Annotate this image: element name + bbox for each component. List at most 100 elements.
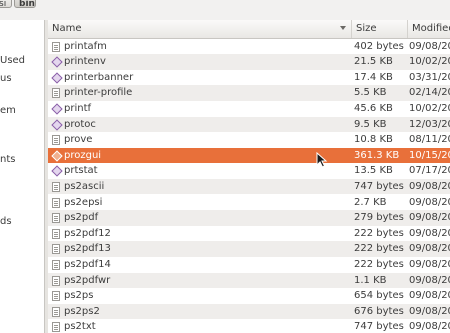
executable-icon: [52, 104, 60, 114]
sidebar-item-ds[interactable]: ds: [0, 216, 12, 227]
file-modified: 09/08/20: [409, 290, 450, 302]
column-header-bar: Name Size Modified: [48, 20, 450, 39]
file-size: 402 bytes: [354, 40, 404, 52]
text-file-icon: [52, 41, 60, 52]
file-name: ps2ps: [64, 290, 94, 302]
file-name: ps2pdfwr: [64, 274, 111, 286]
text-file-icon: [52, 275, 60, 286]
file-name: printerbanner: [64, 71, 134, 83]
text-file-icon: [52, 181, 60, 192]
file-modified: 09/08/20: [409, 274, 450, 286]
mouse-pointer-icon: [316, 152, 328, 168]
text-file-icon: [52, 244, 60, 255]
file-row[interactable]: prtstat 13.5 KB 07/17/20: [48, 163, 450, 179]
file-size: 222 bytes: [354, 243, 404, 255]
file-modified: 09/08/20: [409, 212, 450, 224]
text-file-icon: [52, 259, 60, 270]
sort-descending-icon: [340, 26, 346, 30]
file-modified: 09/08/20: [409, 305, 450, 317]
text-file-icon: [52, 213, 60, 224]
file-row[interactable]: ps2pdf 279 bytes 09/08/20: [48, 210, 450, 226]
column-header-modified[interactable]: Modified: [408, 20, 450, 38]
file-row[interactable]: printenv 21.5 KB 10/02/20: [48, 54, 450, 70]
file-modified: 07/17/20: [409, 165, 450, 177]
file-row[interactable]: prove 10.8 KB 08/11/20: [48, 132, 450, 148]
text-file-icon: [52, 135, 60, 146]
file-size: 2.7 KB: [354, 196, 387, 208]
text-file-icon: [52, 322, 60, 333]
sidebar-item-em[interactable]: em: [0, 105, 16, 116]
file-size: 676 bytes: [354, 305, 404, 317]
file-modified: 09/08/20: [409, 258, 450, 270]
file-row[interactable]: ps2ascii 747 bytes 09/08/20: [48, 178, 450, 195]
file-name: protoc: [64, 118, 96, 130]
executable-icon: [52, 120, 60, 130]
text-file-icon: [52, 291, 60, 302]
file-modified: 03/31/20: [409, 71, 450, 83]
file-name: printf: [64, 102, 92, 114]
file-modified: 09/08/20: [409, 180, 450, 192]
file-modified: 08/11/20: [409, 134, 450, 146]
file-name: prove: [64, 134, 93, 146]
file-size: 5.5 KB: [354, 87, 387, 99]
file-row[interactable]: ps2pdf13 222 bytes 09/08/20: [48, 241, 450, 257]
file-name: ps2ascii: [64, 180, 105, 192]
file-name: prtstat: [64, 165, 98, 177]
file-row[interactable]: ps2pdf12 222 bytes 09/08/20: [48, 225, 450, 242]
file-row[interactable]: ps2txt 747 bytes 09/08/20: [48, 319, 450, 333]
sidebar-item-nts[interactable]: nts: [0, 154, 15, 165]
file-name: ps2txt: [64, 321, 96, 333]
file-size: 21.5 KB: [354, 56, 393, 68]
file-size: 10.8 KB: [354, 134, 393, 146]
file-size: 222 bytes: [354, 258, 404, 270]
executable-icon: [52, 57, 60, 67]
file-row[interactable]: prozgui 361.3 KB 10/15/20: [48, 147, 450, 164]
file-modified: 09/08/20: [409, 227, 450, 239]
file-name: ps2pdf14: [64, 258, 111, 270]
file-row[interactable]: ps2ps2 676 bytes 09/08/20: [48, 303, 450, 320]
text-file-icon: [52, 228, 60, 239]
executable-icon: [52, 166, 60, 176]
file-modified: 09/08/20: [409, 321, 450, 333]
file-modified: 09/08/20: [409, 40, 450, 52]
text-file-icon: [52, 306, 60, 317]
path-bar: si bin: [0, 0, 450, 12]
places-sidebar: Used us em nts ds: [0, 20, 45, 333]
file-row[interactable]: printer-profile 5.5 KB 02/14/20: [48, 85, 450, 101]
file-name: ps2epsi: [64, 196, 103, 208]
breadcrumb-bin-button[interactable]: bin: [14, 0, 36, 9]
column-header-size[interactable]: Size: [352, 20, 408, 38]
file-modified: 10/15/20: [409, 149, 450, 161]
sidebar-item-used[interactable]: Used: [0, 55, 25, 66]
file-name: printenv: [64, 56, 106, 68]
file-name: printer-profile: [64, 87, 133, 99]
file-row[interactable]: ps2pdf14 222 bytes 09/08/20: [48, 256, 450, 273]
file-modified: 09/08/20: [409, 196, 450, 208]
breadcrumb-parent-button[interactable]: si: [0, 0, 12, 9]
file-size: 45.6 KB: [354, 102, 393, 114]
file-size: 654 bytes: [354, 290, 404, 302]
text-file-icon: [52, 88, 60, 99]
file-name: ps2pdf: [64, 212, 99, 224]
file-size: 222 bytes: [354, 227, 404, 239]
file-row[interactable]: printerbanner 17.4 KB 03/31/20: [48, 69, 450, 86]
file-size: 9.5 KB: [354, 118, 387, 130]
file-name: ps2ps2: [64, 305, 100, 317]
column-header-name[interactable]: Name: [48, 20, 352, 38]
file-size: 13.5 KB: [354, 165, 393, 177]
file-row[interactable]: printafm 402 bytes 09/08/20: [48, 38, 450, 55]
file-modified: 09/08/20: [409, 243, 450, 255]
file-row[interactable]: protoc 9.5 KB 12/03/20: [48, 116, 450, 133]
file-size: 361.3 KB: [354, 149, 400, 161]
file-row[interactable]: ps2pdfwr 1.1 KB 09/08/20: [48, 272, 450, 289]
file-size: 17.4 KB: [354, 71, 393, 83]
file-name: printafm: [64, 40, 107, 52]
sidebar-item-us[interactable]: us: [0, 73, 12, 84]
file-name: ps2pdf13: [64, 243, 111, 255]
file-size: 1.1 KB: [354, 274, 387, 286]
file-row[interactable]: ps2epsi 2.7 KB 09/08/20: [48, 194, 450, 211]
file-row[interactable]: printf 45.6 KB 10/02/20: [48, 100, 450, 117]
file-modified: 02/14/20: [409, 87, 450, 99]
file-row[interactable]: ps2ps 654 bytes 09/08/20: [48, 288, 450, 304]
file-modified: 10/02/20: [409, 102, 450, 114]
